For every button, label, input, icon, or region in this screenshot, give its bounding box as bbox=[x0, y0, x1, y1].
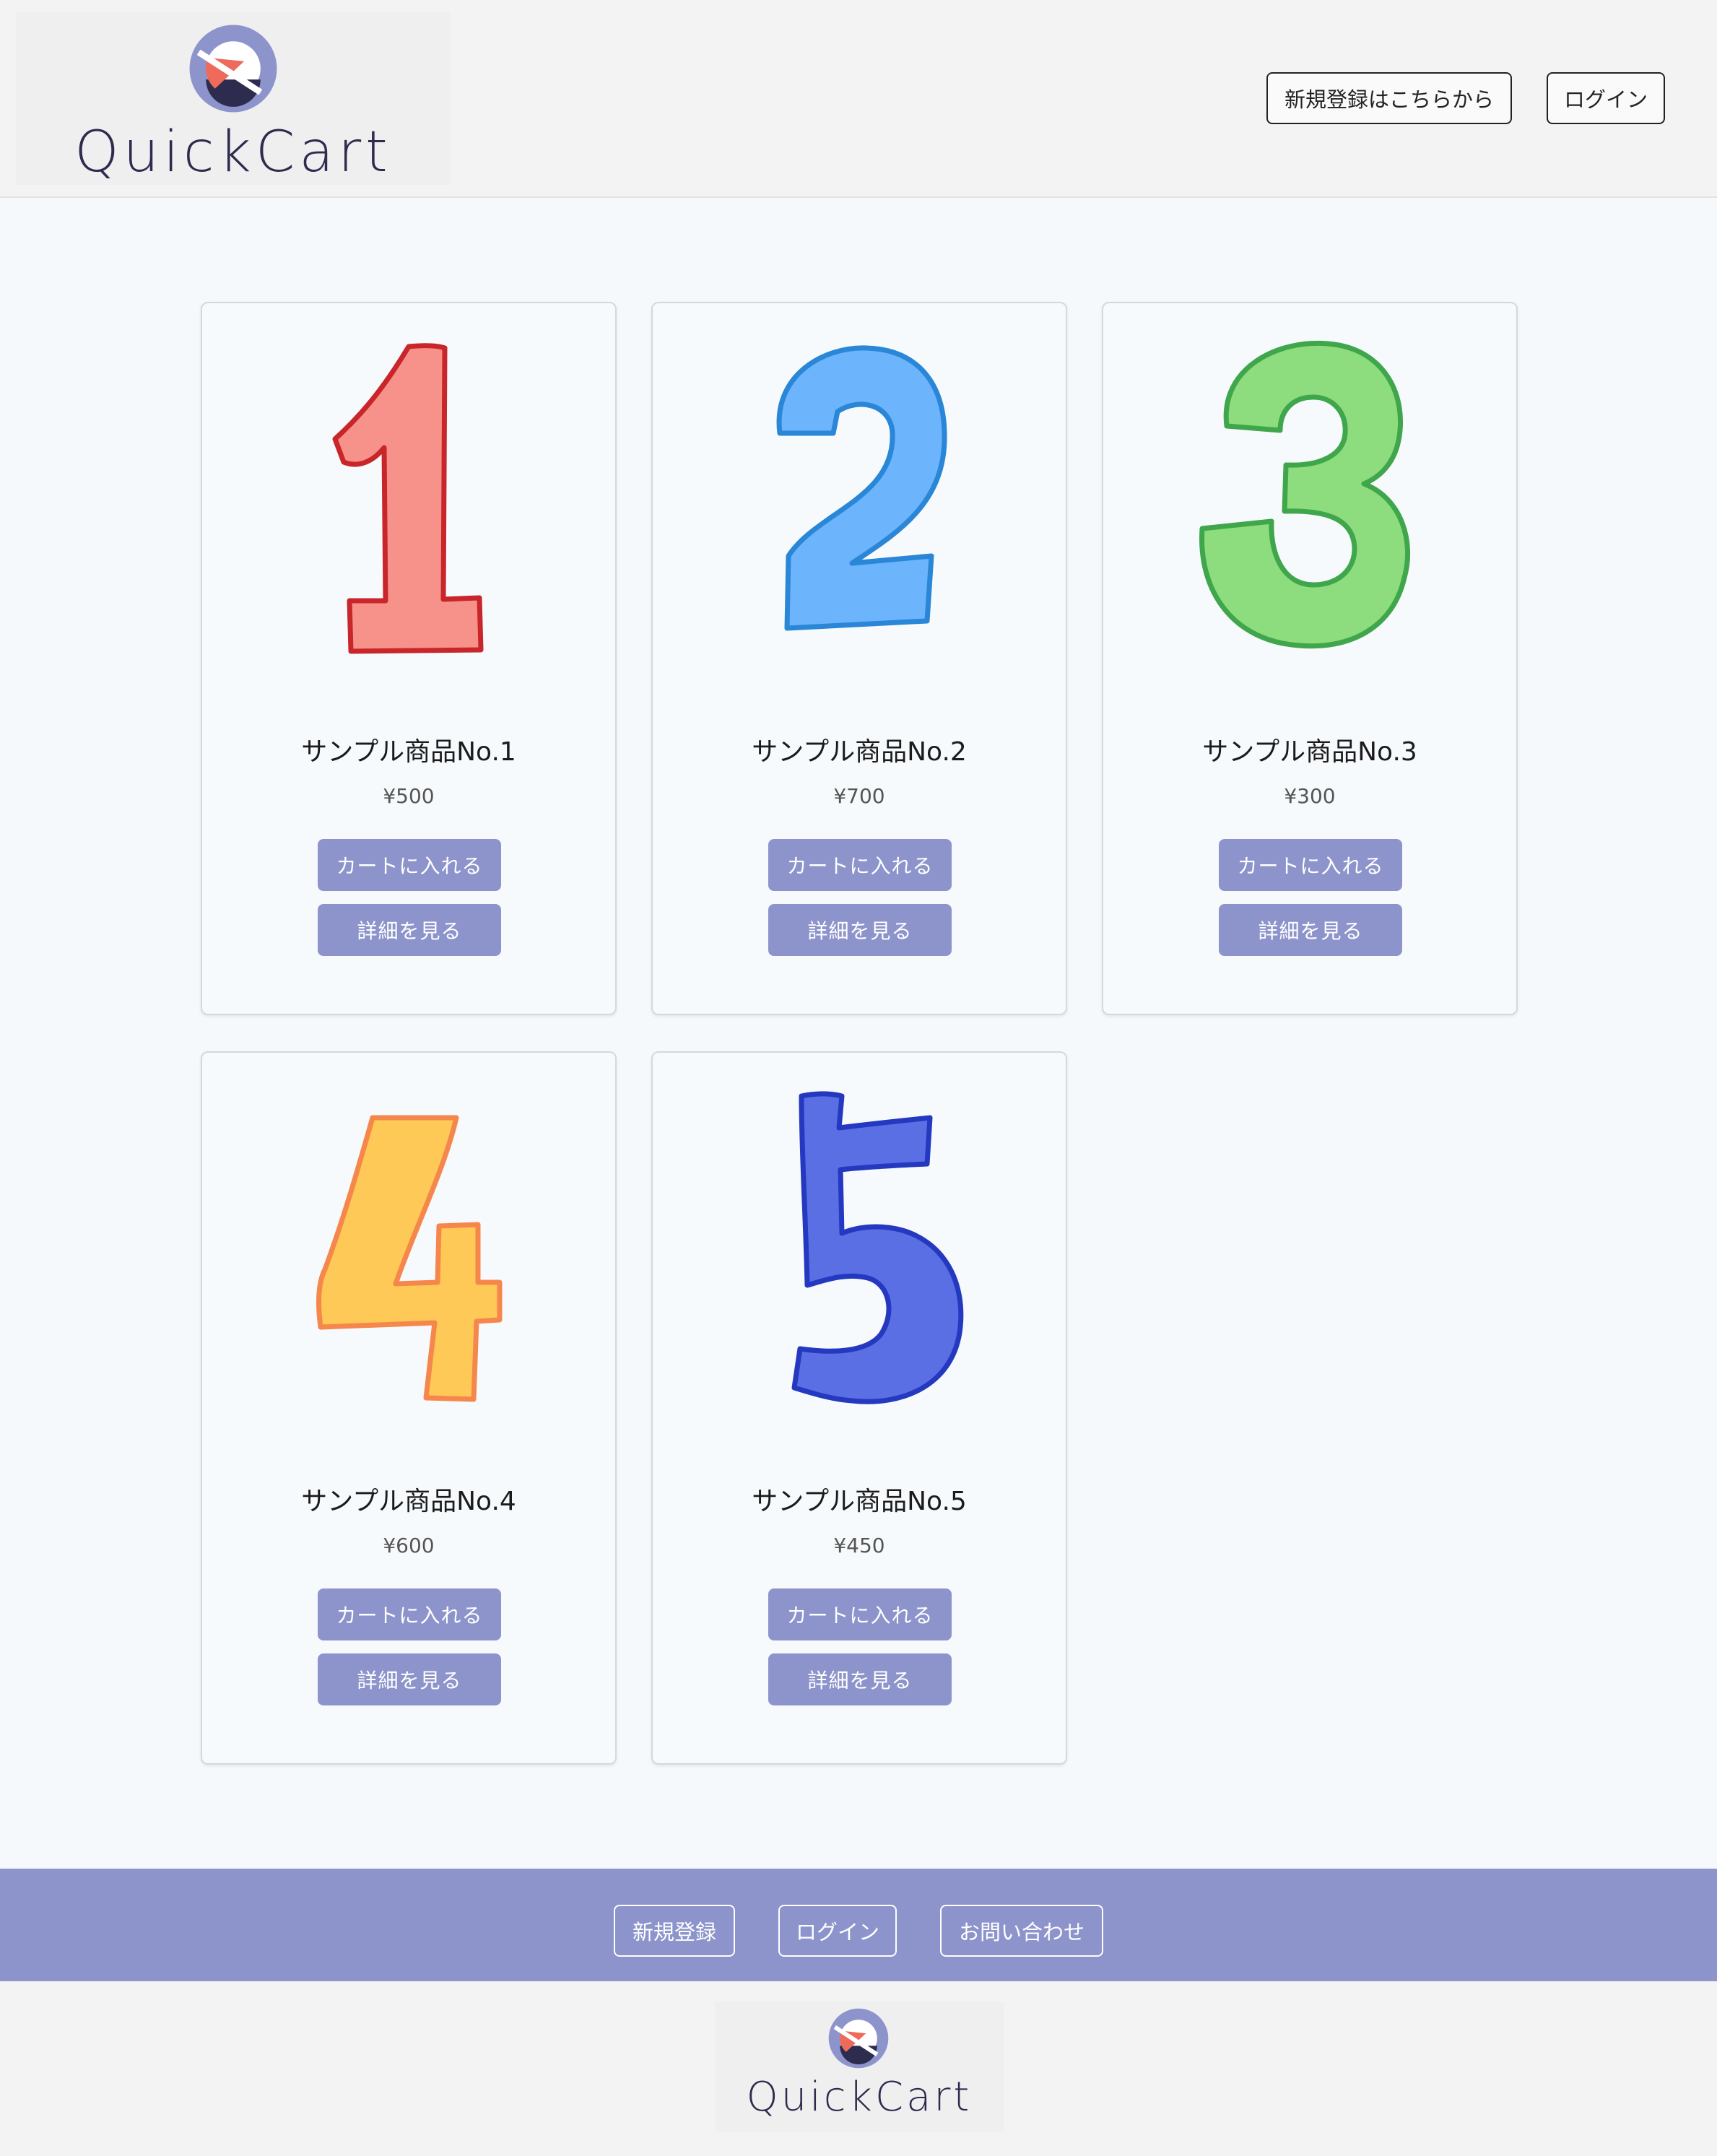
add-to-cart-button[interactable]: カートに入れる bbox=[318, 1588, 501, 1640]
product-card: サンプル商品No.5 ¥450 カートに入れる 詳細を見る bbox=[651, 1051, 1067, 1765]
add-to-cart-button[interactable]: カートに入れる bbox=[1219, 839, 1402, 891]
header-logo[interactable]: QuickCart bbox=[16, 12, 451, 185]
product-image[interactable] bbox=[202, 1089, 615, 1402]
product-image[interactable] bbox=[202, 339, 615, 654]
signup-button[interactable]: 新規登録はこちらから bbox=[1266, 72, 1512, 124]
product-name[interactable]: サンプル商品No.4 bbox=[202, 1480, 615, 1518]
site-header: QuickCart 新規登録はこちらから ログイン bbox=[0, 0, 1717, 198]
product-card: サンプル商品No.3 ¥300 カートに入れる 詳細を見る bbox=[1102, 302, 1518, 1015]
add-to-cart-button[interactable]: カートに入れる bbox=[318, 839, 501, 891]
product-card: サンプル商品No.2 ¥700 カートに入れる 詳細を見る bbox=[651, 302, 1067, 1015]
product-image[interactable] bbox=[653, 339, 1066, 631]
product-card: サンプル商品No.1 ¥500 カートに入れる 詳細を見る bbox=[201, 302, 617, 1015]
product-image[interactable] bbox=[653, 1089, 1066, 1404]
add-to-cart-button[interactable]: カートに入れる bbox=[768, 1588, 952, 1640]
number-four-icon bbox=[316, 1115, 503, 1402]
view-details-button[interactable]: 詳細を見る bbox=[318, 904, 501, 956]
number-five-icon bbox=[791, 1091, 964, 1404]
product-price: ¥500 bbox=[383, 784, 435, 808]
product-name[interactable]: サンプル商品No.2 bbox=[653, 731, 1066, 768]
product-image[interactable] bbox=[1103, 339, 1516, 649]
login-button[interactable]: ログイン bbox=[1547, 72, 1665, 124]
view-details-button[interactable]: 詳細を見る bbox=[1219, 904, 1402, 956]
number-one-icon bbox=[332, 343, 484, 654]
view-details-button[interactable]: 詳細を見る bbox=[768, 904, 952, 956]
footer-logo[interactable]: QuickCart bbox=[715, 2001, 1004, 2131]
product-price: ¥600 bbox=[383, 1534, 435, 1557]
footer-nav: 新規登録 ログイン お問い合わせ bbox=[0, 1869, 1717, 1981]
product-price: ¥700 bbox=[833, 784, 885, 808]
add-to-cart-button[interactable]: カートに入れる bbox=[768, 839, 952, 891]
product-name[interactable]: サンプル商品No.3 bbox=[1103, 731, 1516, 768]
product-name[interactable]: サンプル商品No.1 bbox=[202, 731, 615, 768]
logo-text: QuickCart bbox=[74, 120, 392, 185]
view-details-button[interactable]: 詳細を見る bbox=[768, 1653, 952, 1705]
number-two-icon bbox=[776, 345, 947, 631]
product-name[interactable]: サンプル商品No.5 bbox=[653, 1480, 1066, 1518]
footer-signup-button[interactable]: 新規登録 bbox=[614, 1905, 735, 1957]
quickcart-logo-icon bbox=[828, 2008, 889, 2069]
product-price: ¥450 bbox=[833, 1534, 885, 1557]
view-details-button[interactable]: 詳細を見る bbox=[318, 1653, 501, 1705]
product-card: サンプル商品No.4 ¥600 カートに入れる 詳細を見る bbox=[201, 1051, 617, 1765]
footer-login-button[interactable]: ログイン bbox=[778, 1905, 897, 1957]
logo-text: QuickCart bbox=[746, 2074, 973, 2121]
number-three-icon bbox=[1199, 340, 1411, 649]
quickcart-logo-icon bbox=[189, 25, 277, 113]
footer-contact-button[interactable]: お問い合わせ bbox=[940, 1905, 1103, 1957]
site-footer: QuickCart bbox=[0, 1981, 1717, 2156]
product-price: ¥300 bbox=[1284, 784, 1336, 808]
